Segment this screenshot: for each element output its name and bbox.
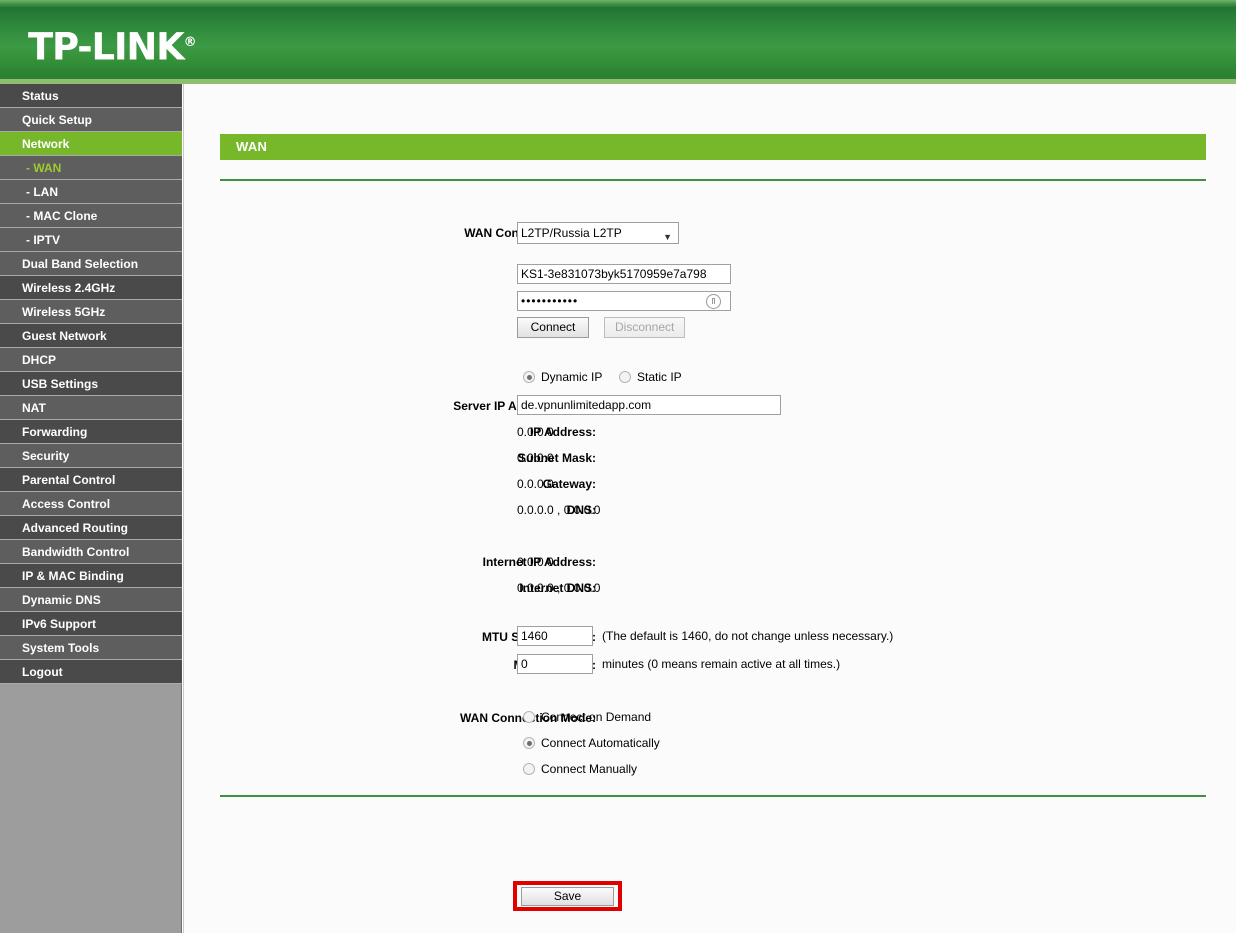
connect-on-demand-radio[interactable] — [523, 711, 535, 723]
sidebar-item-forwarding[interactable]: Forwarding — [0, 420, 182, 444]
sidebar-item-security[interactable]: Security — [0, 444, 182, 468]
logo-text: TP-LINK — [28, 25, 185, 69]
sidebar-item-advanced-routing[interactable]: Advanced Routing — [0, 516, 182, 540]
content-area: WAN WAN Connection Type: L2TP/Russia L2T… — [183, 84, 1236, 933]
wan-connection-type-select[interactable]: L2TP/Russia L2TP ▼ — [517, 222, 679, 244]
sidebar-item-lan[interactable]: - LAN — [0, 180, 182, 204]
content-divider-bottom — [220, 795, 1206, 797]
connect-automatically-radio[interactable] — [523, 737, 535, 749]
ip-address-value: 0.0.0.0 — [517, 425, 554, 439]
row-internet-dns: Internet DNS: 0.0.0.0 , 0.0.0.0 — [184, 577, 1236, 599]
sidebar-item-quick-setup[interactable]: Quick Setup — [0, 108, 182, 132]
page-title: WAN — [220, 134, 1206, 160]
connect-manually-label: Connect Manually — [541, 762, 638, 776]
static-ip-radio[interactable] — [619, 371, 631, 383]
row-ip-mode: Dynamic IP Static IP — [184, 369, 1236, 391]
sidebar-item-status[interactable]: Status — [0, 84, 182, 108]
sidebar-item-access-control[interactable]: Access Control — [0, 492, 182, 516]
sidebar-item-wireless-2-4ghz[interactable]: Wireless 2.4GHz — [0, 276, 182, 300]
row-gateway: Gateway: 0.0.0.0 — [184, 473, 1236, 495]
chevron-down-icon: ▼ — [663, 232, 672, 242]
server-address-input[interactable] — [517, 395, 781, 415]
connect-automatically-option[interactable]: Connect Automatically — [523, 735, 660, 751]
row-ip-address: IP Address: 0.0.0.0 — [184, 421, 1236, 443]
internet-ip-value: 0.0.0.0 — [517, 555, 554, 569]
mtu-size-input[interactable] — [517, 626, 593, 646]
row-mtu-size: MTU Size (in bytes): (The default is 146… — [184, 626, 1236, 648]
sidebar-item-wan[interactable]: - WAN — [0, 156, 182, 180]
internet-dns-value: 0.0.0.0 , 0.0.0.0 — [517, 581, 601, 595]
row-subnet-mask: Subnet Mask: 0.0.0.0 — [184, 447, 1236, 469]
row-password: Password: — [184, 291, 1236, 313]
dynamic-ip-radio[interactable] — [523, 371, 535, 383]
sidebar-item-network[interactable]: Network — [0, 132, 182, 156]
dynamic-ip-label: Dynamic IP — [541, 370, 603, 384]
connect-on-demand-label: Connect on Demand — [541, 710, 652, 724]
row-server-address: Server IP Address/Name: — [184, 395, 1236, 417]
row-wan-connection-mode: WAN Connection Mode: Connect on Demand — [184, 707, 1236, 729]
sidebar-item-dhcp[interactable]: DHCP — [0, 348, 182, 372]
connect-button[interactable]: Connect — [517, 317, 589, 338]
wan-connection-type-value: L2TP/Russia L2TP — [521, 226, 622, 240]
sidebar-item-dynamic-dns[interactable]: Dynamic DNS — [0, 588, 182, 612]
disconnect-button: Disconnect — [604, 317, 686, 338]
sidebar-item-guest-network[interactable]: Guest Network — [0, 324, 182, 348]
page-body: Status Quick Setup Network - WAN - LAN - MAC … — [0, 84, 1236, 933]
row-connect-manually: Connect Manually — [184, 759, 1236, 781]
row-user-name: User Name: — [184, 264, 1236, 286]
mtu-size-hint: (The default is 1460, do not change unle… — [602, 629, 894, 643]
sidebar-item-mac-clone[interactable]: - MAC Clone — [0, 204, 182, 228]
sidebar-item-wireless-5ghz[interactable]: Wireless 5GHz — [0, 300, 182, 324]
row-wan-connection-type: WAN Connection Type: L2TP/Russia L2TP ▼ — [184, 222, 1236, 244]
gateway-value: 0.0.0.0 — [517, 477, 554, 491]
password-input[interactable] — [517, 291, 731, 311]
sidebar-item-bandwidth-control[interactable]: Bandwidth Control — [0, 540, 182, 564]
row-connect-buttons: Connect Disconnect — [184, 317, 1236, 339]
max-idle-time-hint: minutes (0 means remain active at all ti… — [602, 657, 841, 671]
password-reveal-key-icon[interactable] — [706, 294, 721, 309]
static-ip-label: Static IP — [637, 370, 682, 384]
connect-manually-radio[interactable] — [523, 763, 535, 775]
save-button[interactable]: Save — [521, 887, 614, 906]
sidebar-item-usb-settings[interactable]: USB Settings — [0, 372, 182, 396]
sidebar-filler — [0, 684, 181, 784]
sidebar-item-parental-control[interactable]: Parental Control — [0, 468, 182, 492]
sidebar-menu: Status Quick Setup Network - WAN - LAN - MAC … — [0, 84, 182, 684]
static-ip-radio-option[interactable]: Static IP — [619, 369, 682, 385]
header-sheen — [0, 0, 1236, 7]
connect-manually-option[interactable]: Connect Manually — [523, 761, 637, 777]
row-connect-automatically: Connect Automatically — [184, 733, 1236, 755]
sidebar-item-nat[interactable]: NAT — [0, 396, 182, 420]
sidebar-item-system-tools[interactable]: System Tools — [0, 636, 182, 660]
connect-on-demand-option[interactable]: Connect on Demand — [523, 709, 651, 725]
sidebar: Status Quick Setup Network - WAN - LAN - MAC … — [0, 84, 182, 933]
row-internet-ip: Internet IP Address: 0.0.0.0 — [184, 551, 1236, 573]
content-divider-top — [220, 179, 1206, 181]
site-header: TP-LINK® — [0, 0, 1236, 84]
tp-link-logo: TP-LINK® — [28, 24, 197, 66]
sidebar-item-iptv[interactable]: - IPTV — [0, 228, 182, 252]
connect-automatically-label: Connect Automatically — [541, 736, 660, 750]
user-name-input[interactable] — [517, 264, 731, 284]
registered-mark-icon: ® — [183, 35, 197, 50]
dynamic-ip-radio-option[interactable]: Dynamic IP — [523, 369, 602, 385]
sidebar-item-logout[interactable]: Logout — [0, 660, 182, 684]
sidebar-item-ipv6-support[interactable]: IPv6 Support — [0, 612, 182, 636]
sidebar-item-dual-band-selection[interactable]: Dual Band Selection — [0, 252, 182, 276]
row-dns: DNS: 0.0.0.0 , 0.0.0.0 — [184, 499, 1236, 521]
row-max-idle-time: Max Idle Time: minutes (0 means remain a… — [184, 654, 1236, 676]
subnet-mask-value: 0.0.0.0 — [517, 451, 554, 465]
max-idle-time-input[interactable] — [517, 654, 593, 674]
dns-value: 0.0.0.0 , 0.0.0.0 — [517, 503, 601, 517]
sidebar-item-ip-mac-binding[interactable]: IP & MAC Binding — [0, 564, 182, 588]
